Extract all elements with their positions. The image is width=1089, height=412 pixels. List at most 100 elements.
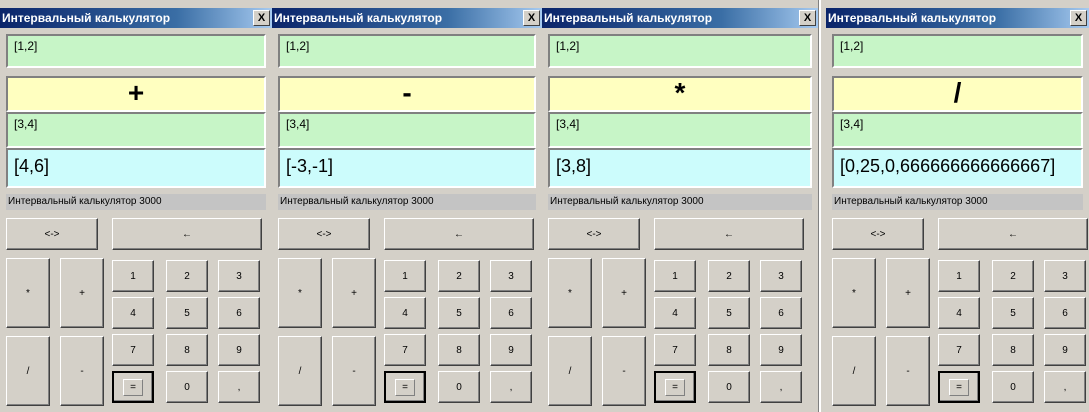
result-field: [3,8] [548, 148, 812, 188]
swap-button[interactable]: <-> [6, 218, 98, 250]
digit-4-button[interactable]: 4 [938, 297, 980, 329]
digit-2-button[interactable]: 2 [708, 260, 750, 292]
digit-8-button[interactable]: 8 [992, 334, 1034, 366]
comma-button[interactable]: , [760, 371, 802, 403]
digit-7-button[interactable]: 7 [654, 334, 696, 366]
swap-button[interactable]: <-> [832, 218, 924, 250]
digit-4-button[interactable]: 4 [654, 297, 696, 329]
equals-button[interactable]: = [384, 371, 426, 403]
swap-button[interactable]: <-> [548, 218, 640, 250]
digit-9-button[interactable]: 9 [490, 334, 532, 366]
backspace-button[interactable]: ← [654, 218, 804, 250]
minus-button[interactable]: - [60, 336, 104, 406]
digit-3-button[interactable]: 3 [1044, 260, 1086, 292]
operand-a-field[interactable]: [1,2] [278, 34, 536, 68]
result-field: [-3,-1] [278, 148, 536, 188]
digit-8-button[interactable]: 8 [708, 334, 750, 366]
status-bar: Интервальный калькулятор 3000 [6, 194, 266, 210]
operand-b-field[interactable]: [3,4] [278, 112, 536, 148]
digit-6-button[interactable]: 6 [760, 297, 802, 329]
digit-2-button[interactable]: 2 [992, 260, 1034, 292]
digit-5-button[interactable]: 5 [708, 297, 750, 329]
digit-3-button[interactable]: 3 [218, 260, 260, 292]
backspace-button[interactable]: ← [384, 218, 534, 250]
digit-4-button[interactable]: 4 [384, 297, 426, 329]
plus-button[interactable]: + [602, 258, 646, 328]
divide-button[interactable]: / [832, 336, 876, 406]
digit-2-button[interactable]: 2 [438, 260, 480, 292]
multiply-button[interactable]: * [832, 258, 876, 328]
digit-9-button[interactable]: 9 [760, 334, 802, 366]
title-bar: Интервальный калькулятор X [0, 8, 272, 28]
close-button[interactable]: X [1070, 10, 1087, 26]
digit-8-button[interactable]: 8 [438, 334, 480, 366]
digit-7-button[interactable]: 7 [384, 334, 426, 366]
digit-9-button[interactable]: 9 [218, 334, 260, 366]
comma-button[interactable]: , [1044, 371, 1086, 403]
equals-button[interactable]: = [938, 371, 980, 403]
divide-button[interactable]: / [278, 336, 322, 406]
divide-button[interactable]: / [6, 336, 50, 406]
digit-1-button[interactable]: 1 [112, 260, 154, 292]
digit-1-button[interactable]: 1 [384, 260, 426, 292]
operator-display: / [832, 76, 1083, 112]
backspace-button[interactable]: ← [938, 218, 1088, 250]
operand-a-field[interactable]: [1,2] [548, 34, 812, 68]
calculator-window: Интервальный калькулятор X [1,2] + [3,4] [4,6… [0, 0, 272, 412]
digit-0-button[interactable]: 0 [992, 371, 1034, 403]
digit-9-button[interactable]: 9 [1044, 334, 1086, 366]
digit-1-button[interactable]: 1 [938, 260, 980, 292]
minus-button[interactable]: - [332, 336, 376, 406]
operand-b-field[interactable]: [3,4] [6, 112, 266, 148]
digit-5-button[interactable]: 5 [438, 297, 480, 329]
swap-button[interactable]: <-> [278, 218, 370, 250]
digit-8-button[interactable]: 8 [166, 334, 208, 366]
digit-7-button[interactable]: 7 [112, 334, 154, 366]
digit-4-button[interactable]: 4 [112, 297, 154, 329]
operator-display: + [6, 76, 266, 112]
plus-button[interactable]: + [60, 258, 104, 328]
multiply-button[interactable]: * [6, 258, 50, 328]
digit-0-button[interactable]: 0 [166, 371, 208, 403]
equals-label: = [949, 378, 969, 396]
status-bar: Интервальный калькулятор 3000 [832, 194, 1083, 210]
equals-button[interactable]: = [112, 371, 154, 403]
operator-display: - [278, 76, 536, 112]
comma-button[interactable]: , [218, 371, 260, 403]
window-title: Интервальный калькулятор [2, 11, 171, 25]
digit-6-button[interactable]: 6 [1044, 297, 1086, 329]
operator-display: * [548, 76, 812, 112]
close-button[interactable]: X [523, 10, 540, 26]
digit-5-button[interactable]: 5 [992, 297, 1034, 329]
multiply-button[interactable]: * [548, 258, 592, 328]
digit-6-button[interactable]: 6 [218, 297, 260, 329]
operand-b-field[interactable]: [3,4] [548, 112, 812, 148]
digit-7-button[interactable]: 7 [938, 334, 980, 366]
minus-button[interactable]: - [886, 336, 930, 406]
divide-button[interactable]: / [548, 336, 592, 406]
minus-button[interactable]: - [602, 336, 646, 406]
operand-b-field[interactable]: [3,4] [832, 112, 1083, 148]
digit-6-button[interactable]: 6 [490, 297, 532, 329]
digit-2-button[interactable]: 2 [166, 260, 208, 292]
digit-1-button[interactable]: 1 [654, 260, 696, 292]
digit-3-button[interactable]: 3 [490, 260, 532, 292]
comma-button[interactable]: , [490, 371, 532, 403]
digit-3-button[interactable]: 3 [760, 260, 802, 292]
window-title: Интервальный калькулятор [544, 11, 713, 25]
equals-button[interactable]: = [654, 371, 696, 403]
backspace-button[interactable]: ← [112, 218, 262, 250]
operand-a-field[interactable]: [1,2] [832, 34, 1083, 68]
plus-button[interactable]: + [886, 258, 930, 328]
close-button[interactable]: X [253, 10, 270, 26]
digit-0-button[interactable]: 0 [438, 371, 480, 403]
digit-0-button[interactable]: 0 [708, 371, 750, 403]
status-bar: Интервальный калькулятор 3000 [278, 194, 536, 210]
multiply-button[interactable]: * [278, 258, 322, 328]
title-bar: Интервальный калькулятор X [826, 8, 1089, 28]
digit-5-button[interactable]: 5 [166, 297, 208, 329]
title-bar: Интервальный калькулятор X [272, 8, 542, 28]
close-button[interactable]: X [799, 10, 816, 26]
operand-a-field[interactable]: [1,2] [6, 34, 266, 68]
plus-button[interactable]: + [332, 258, 376, 328]
